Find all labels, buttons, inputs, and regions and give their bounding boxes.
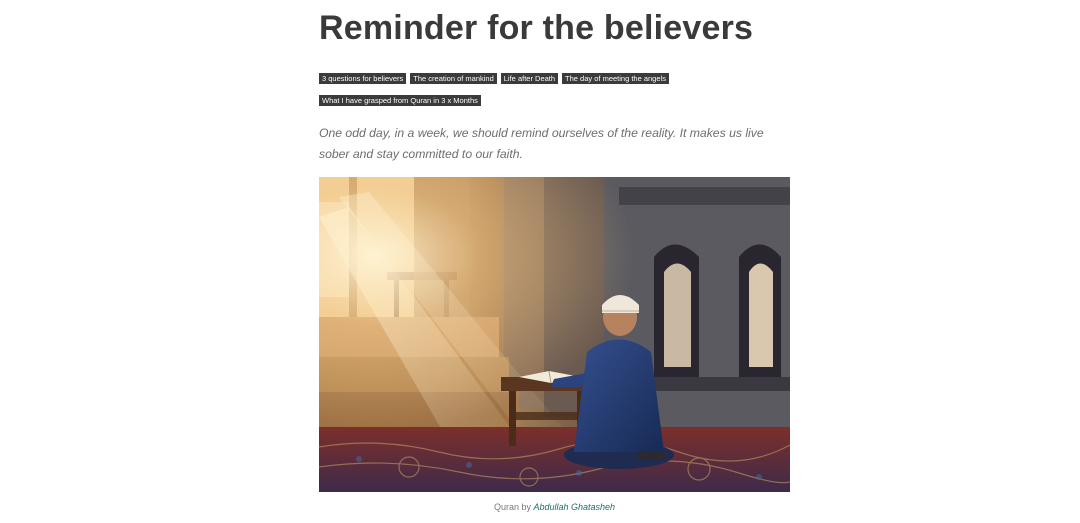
tag-meeting-angels[interactable]: The day of meeting the angels	[562, 73, 669, 84]
tag-row: What I have grasped from Quran in 3 x Mo…	[319, 95, 790, 106]
tag-row: 3 questions for believers The creation o…	[319, 73, 790, 84]
tag-list: 3 questions for believers The creation o…	[319, 73, 790, 117]
caption-prefix: Quran by	[493, 502, 531, 512]
caption-author-link[interactable]: Abdullah Ghatasheh	[533, 502, 615, 512]
page-title: Reminder for the believers	[319, 9, 754, 47]
post-excerpt: One odd day, in a week, we should remind…	[319, 126, 764, 161]
hero-image	[319, 177, 790, 492]
tag-creation-of-mankind[interactable]: The creation of mankind	[410, 73, 497, 84]
tag-grasped-from-quran[interactable]: What I have grasped from Quran in 3 x Mo…	[319, 95, 481, 106]
image-caption: Quran by Abdullah Ghatasheh	[319, 502, 790, 512]
tag-3-questions[interactable]: 3 questions for believers	[319, 73, 407, 84]
tag-life-after-death[interactable]: Life after Death	[500, 73, 559, 84]
